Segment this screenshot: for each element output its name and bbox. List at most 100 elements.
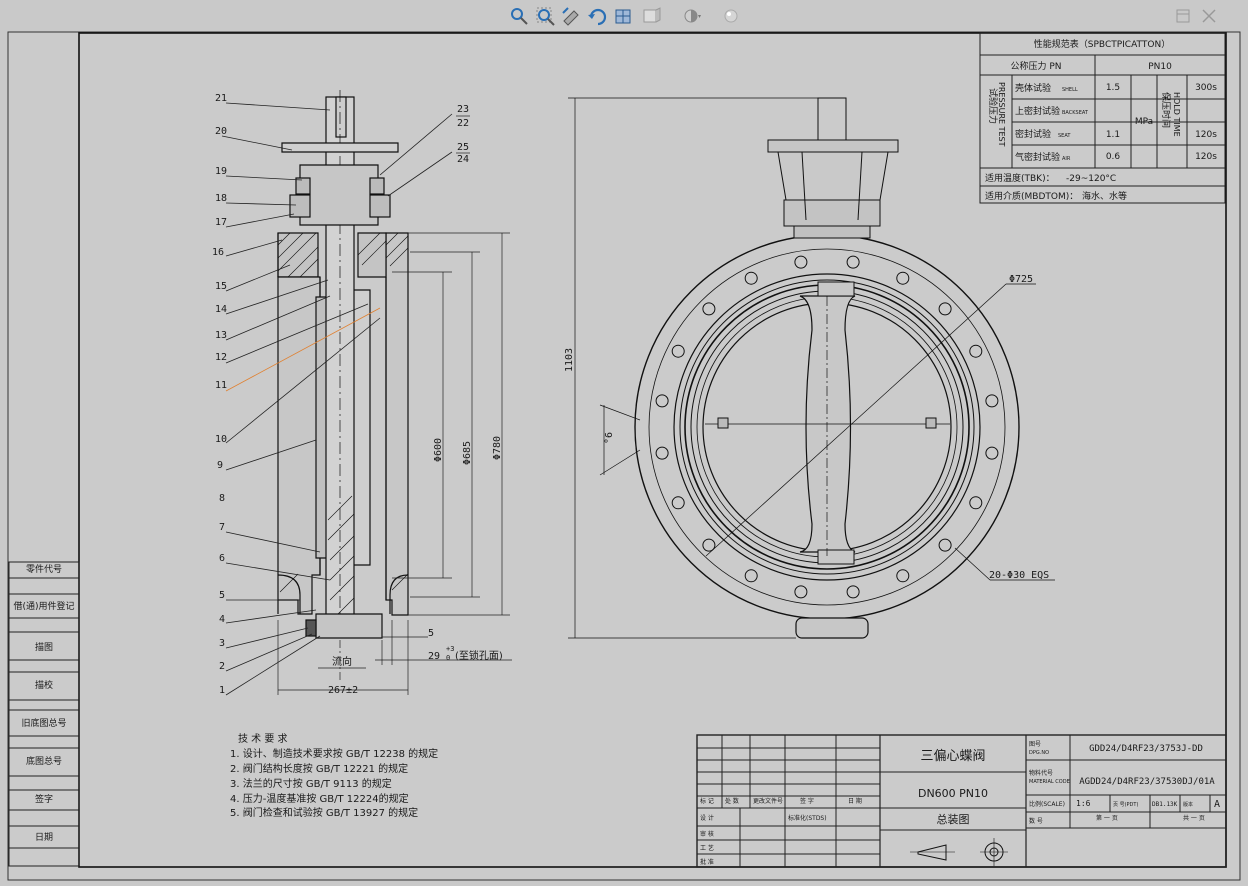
- sign-col-2: 更改文件号: [753, 797, 783, 805]
- callout-15: 15: [215, 281, 227, 292]
- callout-12: 12: [215, 352, 227, 363]
- callout-17: 17: [215, 217, 227, 228]
- test-row-3-time: 120s: [1195, 152, 1217, 162]
- dim-d725: Φ725: [1009, 274, 1033, 285]
- dim-angle: °6: [604, 432, 615, 444]
- test-row-0-label: 壳体试验: [1015, 82, 1051, 94]
- left-label-4: 旧底图总号: [21, 717, 66, 729]
- test-row-3-value: 0.6: [1106, 152, 1121, 162]
- dim-d600: Φ600: [433, 438, 444, 462]
- test-row-3-label: 气密封试验: [1015, 151, 1060, 163]
- dim-length: 267±2: [328, 685, 358, 696]
- callout-24: 24: [457, 154, 469, 165]
- test-row-0-time: 300s: [1195, 83, 1217, 93]
- tech-req-4: 4. 压力-温度基准按 GB/T 12224的规定: [230, 792, 409, 805]
- page-label: 数 号: [1029, 817, 1043, 825]
- callout-4: 4: [219, 614, 225, 625]
- dim-offset-29: 29: [428, 651, 440, 662]
- left-label-7: 日期: [35, 832, 53, 843]
- tech-req-title: 技 术 要 求: [238, 732, 288, 745]
- test-row-3-sub: AIR: [1062, 156, 1071, 162]
- left-label-1: 借(通)用件登记: [13, 600, 74, 612]
- callout-6: 6: [219, 553, 225, 564]
- left-label-6: 签字: [35, 793, 53, 805]
- sign-col-3: 签 字: [800, 797, 814, 805]
- drawing-type: 总装图: [937, 812, 970, 826]
- pressure-test-en: PRESSURE TEST: [997, 82, 1006, 147]
- version-label: 版本: [1183, 801, 1193, 808]
- material-label: 物料代号: [1029, 769, 1053, 777]
- callout-1: 1: [219, 685, 225, 696]
- callout-16: 16: [212, 247, 224, 258]
- product-name: 三偏心蝶阀: [920, 749, 985, 764]
- dim-d780: Φ780: [492, 436, 503, 460]
- callout-11: 11: [215, 380, 227, 391]
- callout-23: 23: [457, 104, 469, 115]
- test-row-2-label: 密封试验: [1015, 128, 1051, 140]
- callout-19: 19: [215, 166, 227, 177]
- callout-3: 3: [219, 638, 225, 649]
- dim-d685: Φ685: [462, 441, 473, 465]
- page-value: 第 一 页: [1096, 814, 1118, 822]
- left-label-2: 描图: [35, 641, 53, 653]
- pressure-unit: MPa: [1135, 117, 1153, 127]
- callout-9: 9: [217, 460, 223, 471]
- hold-time-en: HOLD TIME: [1172, 92, 1181, 137]
- drawing-canvas: 零件代号 借(通)用件登记 描图 描校 旧底图总号 底图总号 签字 日期 性能规…: [7, 31, 1241, 881]
- sign-col-4: 日 期: [848, 797, 862, 805]
- material-sub: MATERIAL CODE: [1029, 779, 1070, 785]
- medium-label: 适用介质(MBDTOM)：: [985, 190, 1078, 202]
- callout-10: 10: [215, 434, 227, 445]
- callout-5: 5: [219, 590, 225, 601]
- left-label-3: 描校: [35, 679, 53, 691]
- sheet-value: DB1.13K: [1152, 801, 1178, 808]
- sign-col-1: 处 数: [725, 797, 739, 805]
- test-row-1-sub: BACKSEAT: [1062, 110, 1089, 116]
- tech-req-2: 2. 阀门结构长度按 GB/T 12221 的规定: [230, 762, 408, 775]
- scale-value: 1:6: [1076, 799, 1091, 808]
- callout-20: 20: [215, 126, 227, 137]
- hold-time-cn: 保压时间: [1160, 92, 1172, 128]
- material-code: AGDD24/D4RF23/37530DJ/01A: [1079, 777, 1215, 787]
- test-row-2-value: 1.1: [1106, 130, 1120, 140]
- dim-bolts: 20-Φ30 EQS: [989, 570, 1049, 581]
- test-row-0-value: 1.5: [1106, 83, 1120, 93]
- spec-title: 性能规范表（SPBCTPICATTON）: [1034, 38, 1170, 50]
- callout-18: 18: [215, 193, 227, 204]
- test-row-2-time: 120s: [1195, 130, 1217, 140]
- callout-8: 8: [219, 493, 225, 504]
- flow-direction-label: 流向: [332, 655, 352, 668]
- callout-25: 25: [457, 142, 469, 153]
- test-row-1-label: 上密封试验: [1015, 105, 1060, 117]
- left-label-0: 零件代号: [26, 563, 62, 575]
- drawing-no: GDD24/D4RF23/3753J-DD: [1089, 744, 1203, 754]
- tech-req-3: 3. 法兰的尺寸按 GB/T 9113 的规定: [230, 777, 392, 790]
- temp-label: 适用温度(TBK)：: [985, 172, 1055, 184]
- sign-row-2: 工 艺: [700, 844, 714, 852]
- std-label: 标准化(STDS): [788, 814, 827, 822]
- test-row-0-sub: SHELL: [1062, 87, 1078, 93]
- sign-row-1: 审 核: [700, 830, 714, 838]
- page-total: 共 一 页: [1183, 814, 1205, 822]
- dim-offset-5: 5: [428, 628, 434, 639]
- scale-label: 比例(SCALE): [1029, 800, 1065, 808]
- sheet-label: 页 号(PDT): [1113, 802, 1138, 808]
- callout-7: 7: [219, 522, 225, 533]
- dim-offset-29-tol: +3: [446, 645, 454, 653]
- version-value: A: [1214, 799, 1220, 810]
- tech-req-1: 1. 设计、制造技术要求按 GB/T 12238 的规定: [230, 747, 438, 760]
- callout-2: 2: [219, 661, 225, 672]
- nominal-pressure-value: PN10: [1148, 62, 1172, 72]
- callout-13: 13: [215, 330, 227, 341]
- sign-col-0: 标 记: [700, 797, 714, 805]
- temp-value: -29~120°C: [1066, 174, 1116, 184]
- callout-22: 22: [457, 118, 469, 129]
- callout-14: 14: [215, 304, 227, 315]
- dim-offset-29-tol2: 0: [446, 654, 450, 662]
- nominal-pressure-label: 公称压力 PN: [1010, 60, 1061, 72]
- dim-offset-29-note: (至锁孔面): [455, 649, 503, 662]
- tech-req-5: 5. 阀门检查和试验按 GB/T 13927 的规定: [230, 806, 418, 819]
- product-spec: DN600 PN10: [918, 787, 988, 800]
- drawing-no-label: 图号: [1029, 741, 1041, 748]
- test-row-2-sub: SEAT: [1058, 133, 1071, 139]
